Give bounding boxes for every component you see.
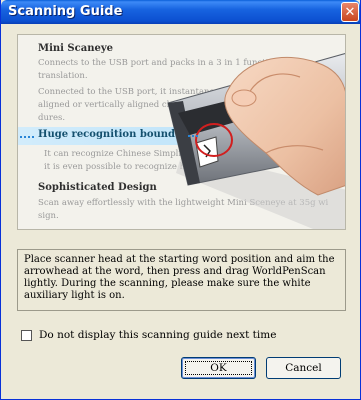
guide-illustration: Mini Scaneye Connects to the USB port an…	[17, 34, 346, 230]
close-icon: ✕	[344, 4, 356, 20]
focus-rectangle	[185, 361, 252, 375]
ok-button[interactable]: OK	[181, 357, 256, 379]
scanning-guide-dialog: Scanning Guide ✕ Mini Scaneye Connects t…	[0, 0, 361, 400]
cancel-button[interactable]: Cancel	[266, 357, 341, 379]
close-button[interactable]: ✕	[341, 2, 359, 22]
cancel-button-label: Cancel	[285, 362, 322, 374]
window-title: Scanning Guide	[8, 4, 123, 19]
instruction-text: Place scanner head at the starting word …	[17, 249, 346, 311]
dont-show-again-label[interactable]: Do not display this scanning guide next …	[39, 329, 276, 341]
dont-show-again-checkbox[interactable]	[21, 329, 32, 341]
dont-show-again-row[interactable]: Do not display this scanning guide next …	[21, 329, 276, 341]
title-bar[interactable]: Scanning Guide ✕	[1, 0, 360, 24]
scanner-hand-illustration	[167, 53, 345, 229]
